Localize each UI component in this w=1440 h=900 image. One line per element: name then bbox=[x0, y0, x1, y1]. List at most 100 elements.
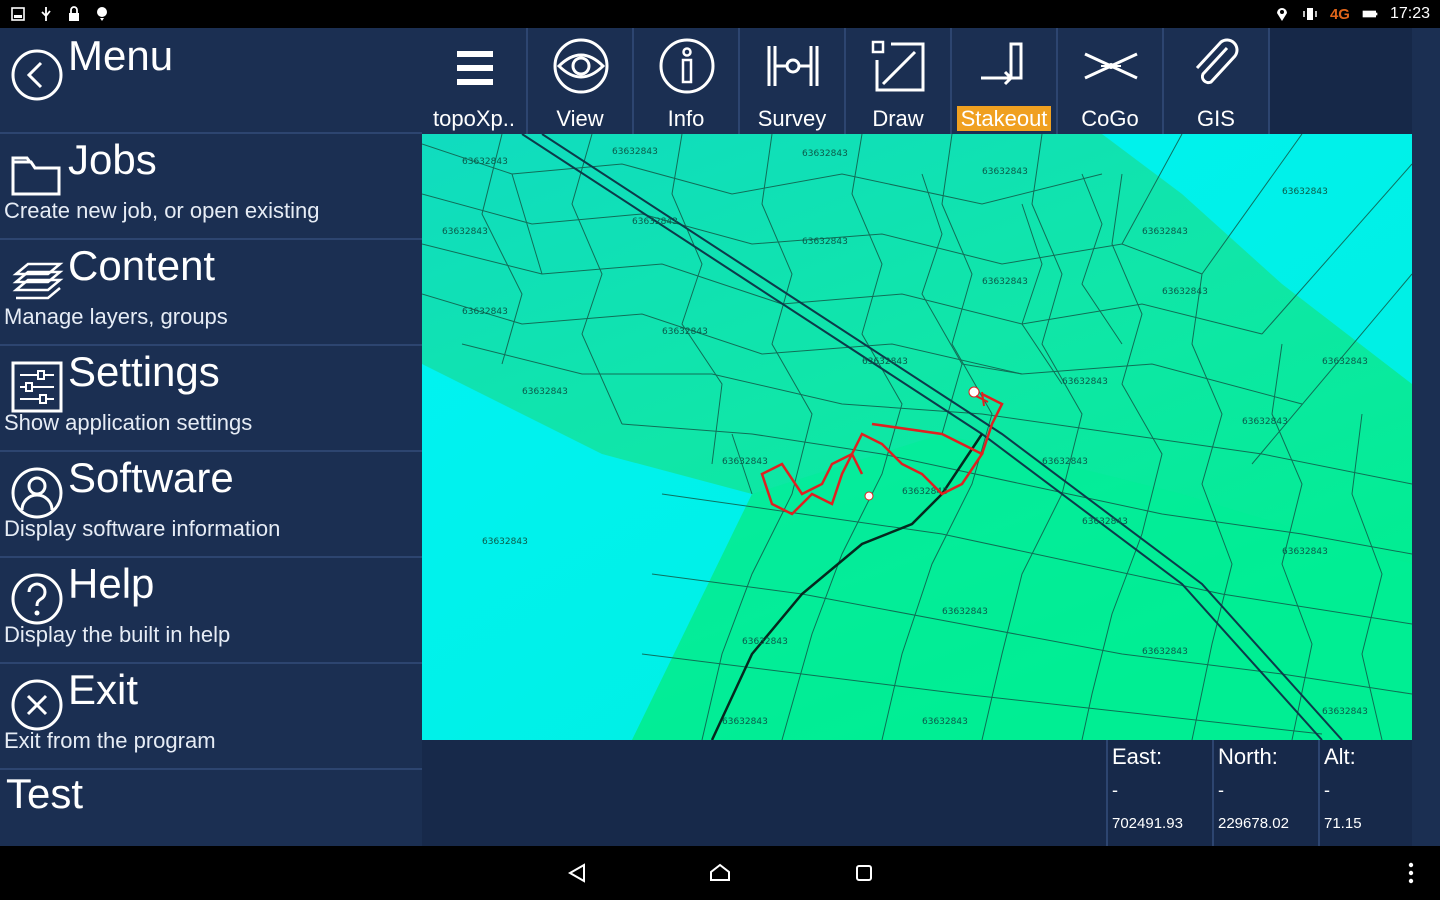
side-menu: Menu Jobs Create new job, or open existi… bbox=[0, 28, 422, 846]
svg-text:63632843: 63632843 bbox=[1142, 227, 1188, 237]
menu-title: Menu bbox=[68, 32, 174, 79]
svg-text:63632843: 63632843 bbox=[922, 717, 968, 727]
svg-text:63632843: 63632843 bbox=[742, 637, 788, 647]
menu-item-title: Test bbox=[6, 770, 84, 817]
cogo-icon bbox=[1084, 52, 1138, 80]
tool-label: Info bbox=[667, 106, 705, 131]
menu-item-subtitle: Create new job, or open existing bbox=[4, 198, 320, 223]
tool-label: Survey bbox=[757, 106, 827, 131]
svg-text:63632843: 63632843 bbox=[612, 147, 658, 157]
svg-text:63632843: 63632843 bbox=[1282, 187, 1328, 197]
menu-item-exit[interactable]: Exit Exit from the program bbox=[0, 664, 422, 770]
menu-item-title: Exit bbox=[68, 666, 139, 713]
tool-view[interactable]: View bbox=[528, 28, 634, 134]
alt-label: Alt: bbox=[1324, 744, 1356, 769]
stakeout-icon bbox=[981, 42, 1023, 86]
battery-icon bbox=[1362, 6, 1378, 22]
survey-icon bbox=[767, 46, 819, 86]
menu-item-content[interactable]: Content Manage layers, groups bbox=[0, 240, 422, 346]
svg-text:63632843: 63632843 bbox=[462, 157, 508, 167]
draw-icon bbox=[871, 40, 925, 92]
vibrate-icon bbox=[1302, 6, 1318, 22]
menu-item-settings[interactable]: Settings Show application settings bbox=[0, 346, 422, 452]
tool-label: Draw bbox=[872, 106, 924, 131]
svg-text:63632843: 63632843 bbox=[522, 387, 568, 397]
svg-text:63632843: 63632843 bbox=[1162, 287, 1208, 297]
svg-text:63632843: 63632843 bbox=[862, 357, 908, 367]
menu-item-jobs[interactable]: Jobs Create new job, or open existing bbox=[0, 134, 422, 240]
tool-gis[interactable]: GIS bbox=[1164, 28, 1270, 134]
network-indicator: 4G bbox=[1329, 5, 1350, 23]
tool-info[interactable]: Info bbox=[634, 28, 740, 134]
north-dash: - bbox=[1218, 780, 1224, 800]
svg-text:63632843: 63632843 bbox=[662, 327, 708, 337]
east-label: East: bbox=[1112, 744, 1163, 769]
coord-east: East: - 702491.93 bbox=[1106, 740, 1212, 846]
svg-text:63632843: 63632843 bbox=[802, 237, 848, 247]
recents-nav-icon[interactable] bbox=[849, 858, 879, 888]
navigation-bar bbox=[0, 846, 1440, 900]
lock-icon bbox=[66, 6, 82, 22]
tool-survey[interactable]: Survey bbox=[740, 28, 846, 134]
tool-topoxp[interactable]: topoXp.. bbox=[422, 28, 528, 134]
tool-label: CoGo bbox=[1081, 106, 1139, 131]
back-icon[interactable] bbox=[10, 48, 64, 107]
alt-value: 71.15 bbox=[1324, 815, 1362, 832]
location-icon bbox=[1274, 6, 1290, 22]
tool-label: topoXp.. bbox=[433, 106, 515, 131]
coord-north: North: - 229678.02 bbox=[1212, 740, 1318, 846]
more-options-icon[interactable] bbox=[1396, 858, 1426, 888]
svg-text:63632843: 63632843 bbox=[632, 217, 678, 227]
menu-item-subtitle: Display the built in help bbox=[4, 622, 231, 647]
tool-draw[interactable]: Draw bbox=[846, 28, 952, 134]
east-value: 702491.93 bbox=[1112, 815, 1183, 832]
alt-dash: - bbox=[1324, 780, 1330, 800]
svg-text:63632843: 63632843 bbox=[942, 607, 988, 617]
svg-text:63632843: 63632843 bbox=[1082, 517, 1128, 527]
menu-item-title: Content bbox=[68, 242, 216, 289]
coord-alt: Alt: - 71.15 bbox=[1318, 740, 1412, 846]
svg-text:63632843: 63632843 bbox=[442, 227, 488, 237]
menu-item-title: Help bbox=[68, 560, 155, 607]
usb-icon bbox=[38, 6, 54, 22]
menu-item-subtitle: Exit from the program bbox=[4, 728, 216, 753]
east-dash: - bbox=[1112, 780, 1118, 800]
toolbar: topoXp.. View Info Survey Draw Stakeout … bbox=[422, 28, 1440, 134]
eye-icon bbox=[553, 38, 609, 94]
svg-text:63632843: 63632843 bbox=[1322, 707, 1368, 717]
coordinates-panel: East: - 702491.93 North: - 229678.02 Alt… bbox=[422, 740, 1412, 846]
map-canvas[interactable]: 63632843 63632843 63632843 63632843 6363284… bbox=[422, 134, 1412, 740]
status-bar: 4G 17:23 bbox=[0, 0, 1440, 28]
menu-item-title: Software bbox=[68, 454, 234, 501]
menu-header[interactable]: Menu bbox=[0, 28, 422, 134]
menu-item-subtitle: Manage layers, groups bbox=[4, 304, 228, 329]
tool-cogo[interactable]: CoGo bbox=[1058, 28, 1164, 134]
tool-label: Stakeout bbox=[956, 106, 1052, 131]
svg-text:63632843: 63632843 bbox=[982, 277, 1028, 287]
menu-item-title: Jobs bbox=[68, 136, 157, 183]
svg-text:63632843: 63632843 bbox=[1242, 417, 1288, 427]
menu-item-subtitle: Show application settings bbox=[4, 410, 253, 435]
svg-text:63632843: 63632843 bbox=[1142, 647, 1188, 657]
north-label: North: bbox=[1218, 744, 1278, 769]
right-edge-panel bbox=[1412, 28, 1440, 846]
menu-item-subtitle: Display software information bbox=[4, 516, 281, 541]
hamburger-icon bbox=[457, 51, 493, 85]
folder-icon bbox=[10, 148, 64, 203]
svg-text:63632843: 63632843 bbox=[1062, 377, 1108, 387]
svg-text:63632843: 63632843 bbox=[1322, 357, 1368, 367]
north-value: 229678.02 bbox=[1218, 815, 1289, 832]
location-pin-icon bbox=[94, 6, 110, 22]
tool-label: GIS bbox=[1197, 106, 1235, 131]
svg-text:63632843: 63632843 bbox=[462, 307, 508, 317]
svg-text:63632843: 63632843 bbox=[982, 167, 1028, 177]
home-nav-icon[interactable] bbox=[705, 858, 735, 888]
svg-text:63632843: 63632843 bbox=[1042, 457, 1088, 467]
clock: 17:23 bbox=[1389, 5, 1430, 22]
back-nav-icon[interactable] bbox=[562, 858, 592, 888]
menu-item-test[interactable]: Test bbox=[0, 770, 422, 846]
menu-item-software[interactable]: Software Display software information bbox=[0, 452, 422, 558]
tool-stakeout[interactable]: Stakeout bbox=[952, 28, 1058, 134]
paperclip-icon bbox=[1195, 38, 1239, 85]
menu-item-help[interactable]: Help Display the built in help bbox=[0, 558, 422, 664]
